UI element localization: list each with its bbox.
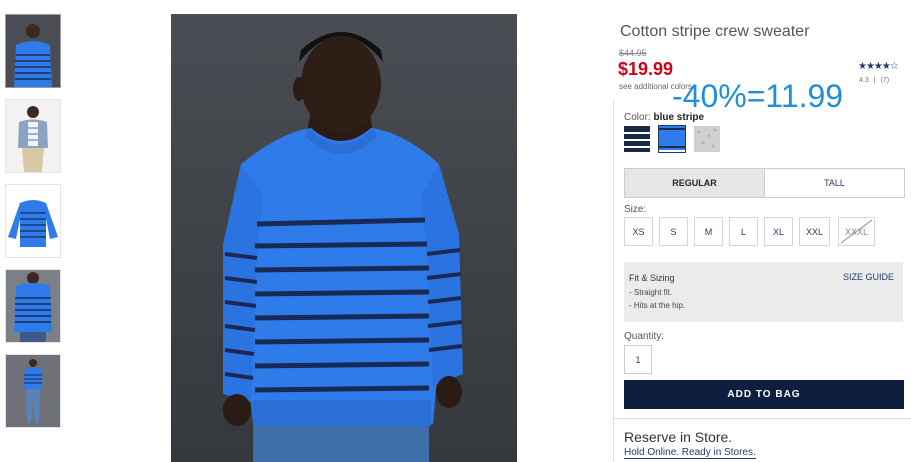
size-guide-link[interactable]: SIZE GUIDE [843, 272, 894, 282]
size-s-button[interactable]: S [659, 217, 688, 246]
swatch-blue-stripe[interactable] [658, 125, 686, 153]
size-xs-button[interactable]: XS [624, 217, 653, 246]
fit-tall-button[interactable]: TALL [764, 169, 904, 197]
size-m-button[interactable]: M [694, 217, 723, 246]
thumbnail-1[interactable] [5, 14, 61, 88]
rating-separator: | [873, 77, 876, 84]
add-to-bag-button[interactable]: ADD TO BAG [624, 380, 904, 409]
model-illustration [223, 32, 463, 462]
fit-detail: - Straight fit. [629, 288, 673, 297]
fit-sizing-title: Fit & Sizing [629, 273, 675, 283]
unavailable-strike-icon [840, 219, 873, 244]
thumbnail-5[interactable] [5, 354, 61, 428]
size-label: Size: [624, 204, 647, 215]
product-details-panel: Cotton stripe crew sweater $44.95 $19.99… [613, 0, 911, 462]
quantity-label: Quantity: [624, 331, 665, 342]
sale-price: $19.99 [618, 59, 674, 79]
reserve-in-store-title: Reserve in Store. [624, 429, 733, 445]
main-product-image [171, 14, 517, 462]
review-count: (7) [880, 77, 890, 84]
thumbnail-3[interactable] [5, 184, 61, 258]
swatch-navy-stripe[interactable] [624, 126, 650, 152]
thumbnail-2[interactable] [5, 99, 61, 173]
fit-toggle: REGULAR TALL [624, 168, 905, 198]
size-xl-button[interactable]: XL [764, 217, 793, 246]
thumbnail-list [5, 14, 61, 439]
panel-divider [613, 100, 614, 462]
reserve-in-store-link[interactable]: Hold Online. Ready in Stores. [624, 447, 756, 459]
rating-stars-icon[interactable]: ★★★★☆ [858, 61, 899, 72]
size-xxl-button[interactable]: XXL [799, 217, 830, 246]
fit-regular-button[interactable]: REGULAR [625, 169, 764, 197]
size-l-button[interactable]: L [729, 217, 758, 246]
fit-detail: - Hits at the hip. [629, 301, 686, 310]
price-annotation: -40%=11.99 [672, 78, 844, 114]
swatch-grey-heather[interactable] [694, 126, 720, 152]
quantity-input[interactable]: 1 [624, 345, 652, 374]
fit-sizing-box: Fit & Sizing SIZE GUIDE - Straight fit. … [624, 262, 903, 322]
color-label-text: Color: [624, 112, 651, 123]
original-price: $44.95 [619, 48, 647, 58]
product-title: Cotton stripe crew sweater [620, 23, 810, 40]
rating-meta[interactable]: 4.3 | (7) [859, 77, 889, 84]
size-xxxl-button[interactable]: XXXL [838, 217, 875, 246]
section-divider [613, 418, 911, 419]
rating-value: 4.3 [859, 77, 869, 84]
thumbnail-4[interactable] [5, 269, 61, 343]
